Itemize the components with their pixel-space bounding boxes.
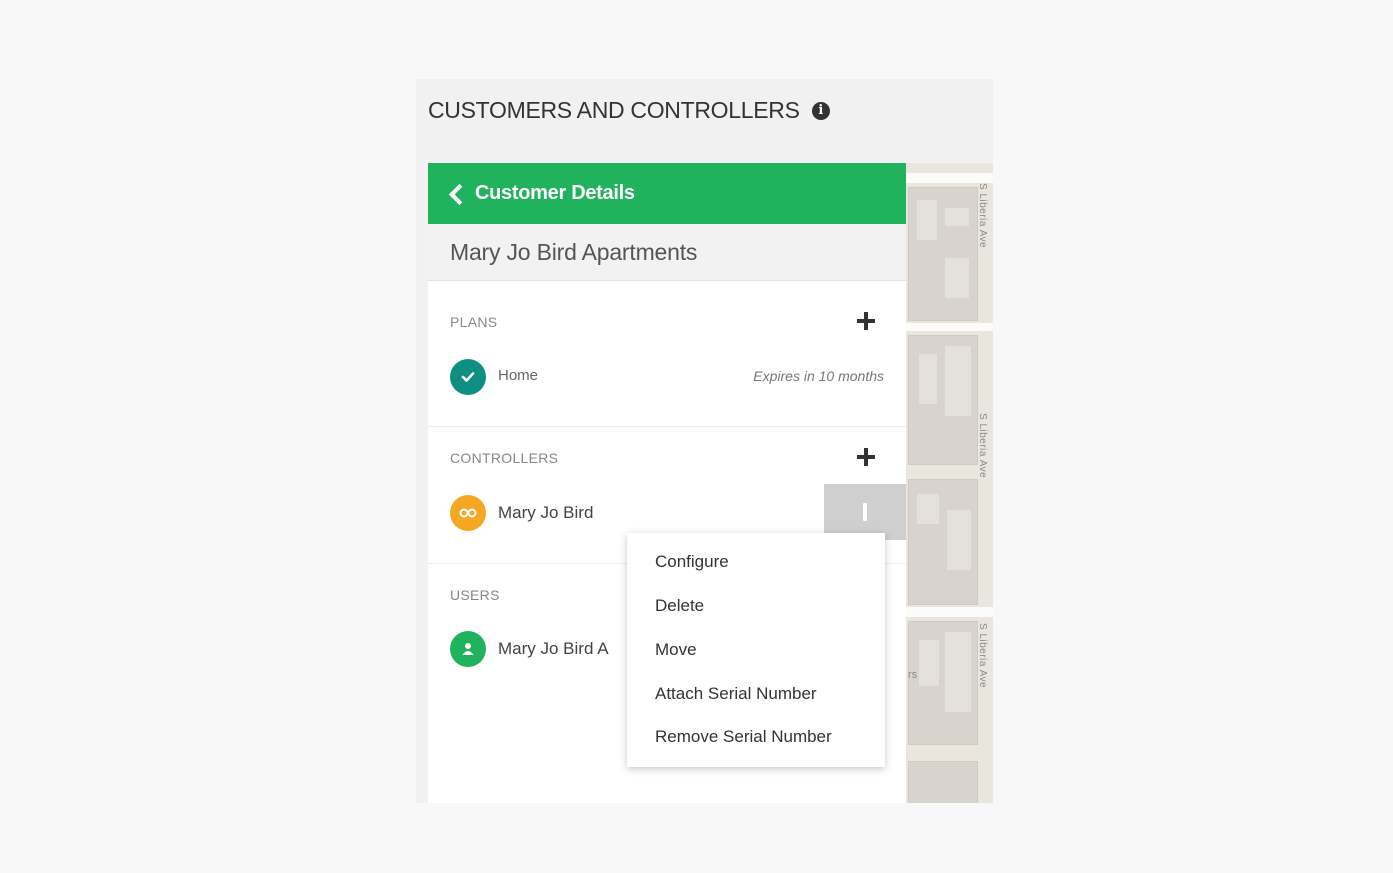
user-icon: [450, 631, 486, 667]
controllers-label: CONTROLLERS: [450, 450, 559, 466]
users-label: USERS: [450, 587, 500, 603]
map-block: [908, 335, 978, 465]
street-label: S Liberia Ave: [977, 623, 988, 689]
street-label: S Liberia Ave: [977, 413, 988, 479]
menu-item-configure[interactable]: Configure: [655, 552, 729, 572]
customer-name: Mary Jo Bird Apartments: [428, 224, 906, 281]
check-circle-icon: [450, 359, 486, 395]
add-plan-plus-icon[interactable]: [856, 311, 876, 331]
controller-name: Mary Jo Bird: [498, 503, 594, 522]
user-name: Mary Jo Bird A: [498, 639, 609, 658]
map-label: rs: [908, 669, 918, 681]
menu-item-attach-serial-number[interactable]: Attach Serial Number: [655, 684, 817, 704]
add-controller-plus-icon[interactable]: [856, 447, 876, 467]
map-block: [908, 621, 978, 745]
map-road: [906, 607, 993, 617]
chevron-left-icon: [448, 183, 471, 205]
menu-item-move[interactable]: Move: [655, 640, 697, 660]
controller-context-menu: Configure Delete Move Attach Serial Numb…: [627, 533, 885, 767]
street-label: S Liberia Ave: [977, 183, 988, 249]
map-road: [906, 323, 993, 331]
plan-expiry: Expires in 10 months: [753, 368, 884, 384]
map-block: [908, 761, 978, 803]
panel-title: Customer Details: [475, 182, 635, 204]
menu-item-remove-serial-number[interactable]: Remove Serial Number: [655, 727, 832, 747]
back-to-customers-button[interactable]: Customer Details: [428, 163, 906, 224]
controller-icon: [450, 495, 486, 531]
plans-label: PLANS: [450, 314, 498, 330]
map-block: [908, 187, 978, 321]
info-circle-icon[interactable]: i: [811, 101, 830, 120]
kebab-menu-icon[interactable]: [824, 484, 906, 540]
map-area[interactable]: S Liberia Ave S Liberia Ave S Liberia Av…: [906, 163, 993, 803]
plans-section: PLANS Home Expires in 10 months: [428, 281, 906, 427]
menu-item-delete[interactable]: Delete: [655, 596, 704, 616]
map-block: [908, 479, 978, 605]
plan-name: Home: [498, 367, 539, 384]
page-title: CUSTOMERS AND CONTROLLERS i: [428, 97, 830, 124]
map-road: [906, 173, 993, 183]
page-title-text: CUSTOMERS AND CONTROLLERS: [428, 97, 800, 123]
